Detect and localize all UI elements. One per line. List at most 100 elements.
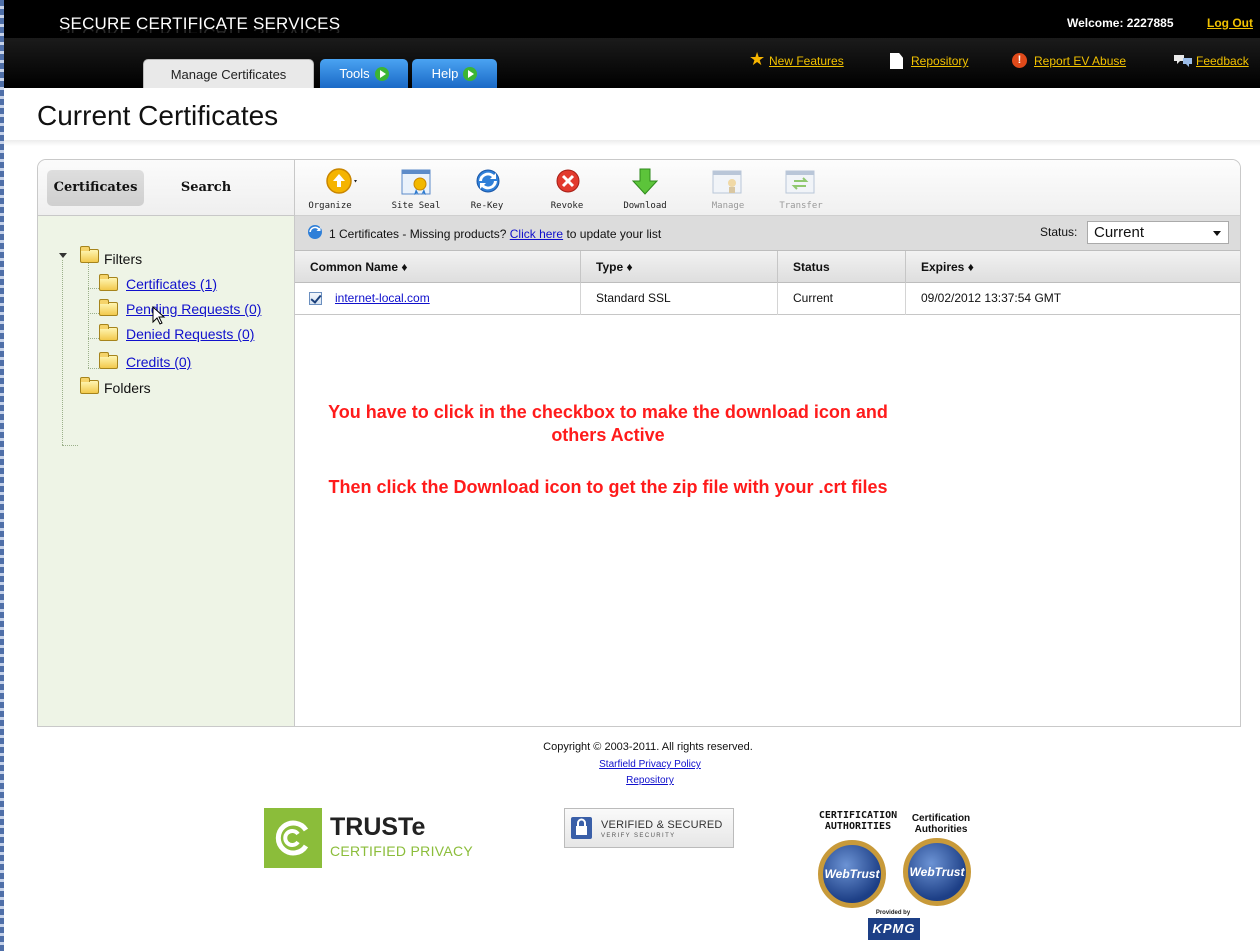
nav-bar: Manage Certificates Tools Help ★ New Fea… — [4, 38, 1260, 88]
toolbar-label: Transfer — [779, 201, 823, 211]
list-status-bar: 1 Certificates - Missing products? Click… — [295, 216, 1240, 251]
verified-secured-seal[interactable]: VERIFIED & SECURED VERIFY SECURITY — [564, 808, 734, 848]
tree-connector — [62, 260, 63, 445]
folder-icon — [99, 299, 118, 316]
toolbar-label: Manage — [711, 201, 745, 211]
truste-seal[interactable]: TRUSTe CERTIFIED PRIVACY — [264, 808, 484, 868]
feedback-icon — [1174, 55, 1192, 67]
revoke-button[interactable]: Revoke — [542, 164, 592, 214]
tree-item-denied-requests[interactable]: Denied Requests (0) — [126, 326, 254, 342]
cell-common-name: internet-local.com — [295, 283, 581, 315]
report-ev-abuse-link[interactable]: Report EV Abuse — [1034, 54, 1126, 68]
tree-connector — [62, 445, 78, 446]
tab-label: Help — [431, 66, 459, 81]
tree-connector — [88, 338, 99, 339]
folder-icon — [80, 246, 99, 263]
copyright-text: Copyright © 2003-2011. All rights reserv… — [543, 741, 753, 753]
status-filter-select[interactable]: Current — [1087, 221, 1229, 244]
lock-icon — [571, 817, 592, 839]
count-text: 1 Certificates - Missing products? — [329, 227, 507, 241]
column-status[interactable]: Status — [778, 251, 906, 283]
title-divider — [4, 140, 1260, 146]
welcome-text: Welcome: 2227885 — [1067, 16, 1174, 30]
tree-item-credits[interactable]: Credits (0) — [126, 354, 191, 370]
verified-title: VERIFIED & SECURED — [601, 819, 723, 831]
tree-connector — [88, 368, 99, 369]
row-checkbox[interactable] — [309, 292, 322, 305]
certificate-count-text: 1 Certificates - Missing products? Click… — [329, 227, 661, 241]
ca-label-2: Certification Authorities — [911, 813, 971, 835]
repository-link[interactable]: Repository — [911, 54, 968, 68]
privacy-policy-link[interactable]: Starfield Privacy Policy — [0, 759, 1260, 770]
tree-item-certificates[interactable]: Certificates (1) — [126, 276, 217, 292]
page-title: Current Certificates — [37, 100, 279, 131]
tree-folders-label[interactable]: Folders — [104, 380, 151, 396]
toolbar-label: Re-Key — [470, 201, 504, 211]
toolbar-label: Revoke — [550, 201, 584, 211]
toolbar: Organize Site Seal Re-Key Revoke Downloa… — [295, 160, 1240, 216]
transfer-icon — [785, 170, 815, 194]
webtrust-seal-icon[interactable]: WebTrust — [818, 840, 886, 908]
refresh-icon[interactable] — [307, 224, 323, 240]
folder-icon — [99, 324, 118, 341]
manage-icon — [712, 170, 742, 194]
feedback-link[interactable]: Feedback — [1196, 54, 1249, 68]
folder-icon — [99, 274, 118, 291]
tree-connector — [88, 288, 99, 289]
top-bar: SECURE CERTIFICATE SERVICES SECURE CERTI… — [4, 0, 1260, 38]
download-button[interactable]: Download — [615, 164, 675, 214]
rekey-button[interactable]: Re-Key — [462, 164, 512, 214]
webtrust-ev-seal-icon[interactable]: WebTrust — [903, 838, 971, 906]
organize-icon — [326, 168, 357, 194]
folder-icon — [99, 352, 118, 369]
star-icon: ★ — [749, 49, 766, 69]
column-type[interactable]: Type ♦ — [581, 251, 778, 283]
tab-manage-certificates[interactable]: Manage Certificates — [143, 59, 314, 88]
tab-label: Manage Certificates — [170, 67, 287, 82]
sidebar-tab-search[interactable]: Search — [166, 170, 246, 206]
table-row[interactable]: internet-local.com Standard SSL Current … — [295, 283, 1240, 315]
sidebar-tab-certificates[interactable]: Certificates — [47, 170, 144, 206]
click-here-link[interactable]: Click here — [510, 227, 563, 241]
organize-button[interactable]: Organize — [295, 164, 365, 214]
webtrust-label: WebTrust — [909, 865, 965, 879]
status-filter-label: Status: — [1040, 225, 1078, 239]
column-expires[interactable]: Expires ♦ — [906, 251, 1240, 283]
page: SECURE CERTIFICATE SERVICES SECURE CERTI… — [0, 0, 1260, 951]
annotation-checkbox-hint: You have to click in the checkbox to mak… — [328, 402, 888, 445]
update-text: to update your list — [566, 227, 662, 241]
certificates-panel: Certificates Search Filters Certificates… — [37, 159, 1241, 727]
tab-help[interactable]: Help — [412, 59, 497, 88]
toolbar-label: Organize — [308, 201, 352, 211]
transfer-button[interactable]: Transfer — [771, 164, 831, 214]
toolbar-label: Site Seal — [391, 201, 441, 211]
status-filter-value: Current — [1094, 224, 1145, 241]
certificate-link[interactable]: internet-local.com — [335, 283, 430, 314]
chevron-down-icon — [1213, 231, 1221, 236]
tree-filters-label: Filters — [104, 251, 143, 267]
mouse-cursor-icon — [152, 306, 166, 325]
manage-button[interactable]: Manage — [698, 164, 758, 214]
logout-link[interactable]: Log Out — [1207, 16, 1253, 30]
site-seal-icon — [401, 169, 431, 195]
tree-item-pending-requests[interactable]: Pending Requests (0) — [126, 301, 261, 317]
revoke-icon — [556, 169, 580, 193]
site-seal-button[interactable]: Site Seal — [391, 164, 441, 214]
alert-icon: ! — [1012, 53, 1027, 68]
truste-subtitle: CERTIFIED PRIVACY — [330, 843, 474, 859]
kpmg-logo: KPMG — [868, 918, 920, 940]
document-icon — [890, 53, 903, 69]
truste-name: TRUSTe — [330, 813, 426, 841]
expand-arrow-icon[interactable] — [59, 253, 67, 258]
webtrust-label: WebTrust — [824, 867, 880, 881]
footer-repository-link[interactable]: Repository — [0, 775, 1260, 786]
sidebar-tabs: Certificates Search — [38, 160, 295, 216]
play-arrow-icon — [374, 67, 389, 81]
tree-connector — [88, 313, 99, 314]
ca-label-1: CERTIFICATION AUTHORITIES — [818, 810, 898, 832]
tab-label: Tools — [339, 66, 370, 81]
column-common-name[interactable]: Common Name ♦ — [295, 251, 581, 283]
tab-tools[interactable]: Tools — [320, 59, 408, 88]
download-icon — [631, 168, 659, 195]
new-features-link[interactable]: New Features — [769, 54, 844, 68]
